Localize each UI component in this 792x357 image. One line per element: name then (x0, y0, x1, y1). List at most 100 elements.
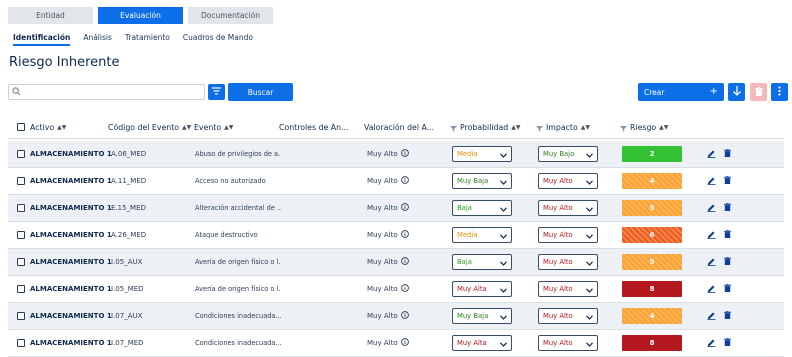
activo-cell[interactable]: ALMACENAMIENTO 1 (30, 330, 112, 356)
subtab-cuadros-de-mando[interactable]: Cuadros de Mando (183, 33, 253, 46)
search-input[interactable] (23, 86, 201, 98)
table-row[interactable]: ALMACENAMIENTO 1 A.11_MED Acceso no autori… (8, 168, 784, 195)
row-checkbox[interactable] (17, 195, 25, 221)
col-evento[interactable]: Evento ▲▼ (194, 123, 233, 132)
table-row[interactable]: ALMACENAMIENTO 1 I.05_MED Avería de origen… (8, 276, 784, 303)
codigo-cell: I.05_MED (111, 285, 144, 293)
col-valoracion[interactable]: Valoración del A... (364, 123, 434, 132)
info-icon[interactable] (400, 176, 409, 186)
impacto-select[interactable]: Muy Alto (538, 200, 598, 216)
info-icon[interactable] (400, 149, 409, 159)
delete-button[interactable] (724, 141, 731, 167)
delete-button[interactable] (724, 276, 731, 302)
edit-button[interactable] (707, 330, 716, 356)
row-checkbox[interactable] (17, 276, 25, 302)
row-checkbox[interactable] (17, 330, 25, 356)
activo-cell[interactable]: ALMACENAMIENTO 1 (30, 141, 112, 167)
edit-button[interactable] (707, 276, 716, 302)
edit-button[interactable] (707, 303, 716, 329)
delete-button[interactable] (724, 249, 731, 275)
edit-button[interactable] (707, 222, 716, 248)
impacto-select[interactable]: Muy Bajo (538, 146, 598, 162)
col-codigo[interactable]: Código del Evento ▲▼ (108, 123, 191, 132)
col-impacto[interactable]: Impacto ▲▼ (536, 123, 590, 132)
valoracion-value: Muy Alto (367, 339, 398, 347)
subtab-identificacion[interactable]: Identificación (13, 33, 71, 46)
row-checkbox[interactable] (17, 249, 25, 275)
edit-button[interactable] (707, 141, 716, 167)
select-all-checkbox[interactable] (17, 123, 25, 131)
checkbox-box (17, 231, 25, 239)
probabilidad-select[interactable]: Baja (452, 254, 512, 270)
probabilidad-value: Baja (457, 258, 472, 266)
edit-button[interactable] (707, 168, 716, 194)
probabilidad-select[interactable]: Media (452, 146, 512, 162)
activo-cell[interactable]: ALMACENAMIENTO 1 (30, 195, 112, 221)
delete-button[interactable] (724, 168, 731, 194)
codigo-cell: I.07_MED (111, 339, 144, 347)
subtab-tratamiento[interactable]: Tratamiento (125, 33, 170, 46)
arrow-down-icon (732, 86, 741, 98)
download-button[interactable] (728, 83, 745, 101)
table-row[interactable]: ALMACENAMIENTO 1 I.07_MED Condiciones inad… (8, 330, 784, 357)
probabilidad-cell: Muy Baja (452, 303, 512, 329)
activo-cell[interactable]: ALMACENAMIENTO 1 (30, 249, 112, 275)
probabilidad-select[interactable]: Muy Baja (452, 308, 512, 324)
delete-button[interactable] (724, 195, 731, 221)
row-checkbox[interactable] (17, 168, 25, 194)
info-icon[interactable] (400, 203, 409, 213)
table-row[interactable]: ALMACENAMIENTO 1 A.06_MED Abuso de privile… (8, 141, 784, 168)
delete-button[interactable] (724, 330, 731, 356)
buscar-button[interactable]: Buscar (228, 83, 293, 101)
info-icon[interactable] (400, 257, 409, 267)
impacto-select[interactable]: Muy Alto (538, 227, 598, 243)
probabilidad-select[interactable]: Muy Alta (452, 281, 512, 297)
pencil-icon (707, 257, 716, 268)
evento-cell: Abuso de privilegios de a... (195, 150, 281, 158)
info-icon[interactable] (400, 338, 409, 348)
activo-cell[interactable]: ALMACENAMIENTO 1 (30, 222, 112, 248)
table-row[interactable]: ALMACENAMIENTO 1 I.05_AUX Avería de origen… (8, 249, 784, 276)
impacto-select[interactable]: Muy Alto (538, 254, 598, 270)
row-checkbox[interactable] (17, 141, 25, 167)
delete-button[interactable] (724, 222, 731, 248)
filter-icon (536, 125, 543, 132)
delete-button[interactable] (724, 303, 731, 329)
probabilidad-select[interactable]: Muy Baja (452, 173, 512, 189)
valoracion-cell: Muy Alto (367, 330, 409, 356)
tab-documentacion[interactable]: Documentación (188, 7, 273, 24)
impacto-cell: Muy Alto (538, 168, 598, 194)
filter-button[interactable] (208, 84, 225, 100)
probabilidad-select[interactable]: Media (452, 227, 512, 243)
table-row[interactable]: ALMACENAMIENTO 1 I.07_AUX Condiciones inad… (8, 303, 784, 330)
activo-cell[interactable]: ALMACENAMIENTO 1 (30, 303, 112, 329)
row-checkbox[interactable] (17, 303, 25, 329)
col-controles[interactable]: Controles de An... (279, 123, 348, 132)
impacto-select[interactable]: Muy Alto (538, 308, 598, 324)
info-icon[interactable] (400, 230, 409, 240)
edit-button[interactable] (707, 195, 716, 221)
search-icon (12, 87, 21, 98)
delete-selected-button[interactable] (750, 83, 767, 101)
tab-entidad[interactable]: Entidad (8, 7, 93, 24)
row-checkbox[interactable] (17, 222, 25, 248)
table-row[interactable]: ALMACENAMIENTO 1 E.15_MED Alteración accid… (8, 195, 784, 222)
info-icon[interactable] (400, 311, 409, 321)
activo-cell[interactable]: ALMACENAMIENTO 1 (30, 168, 112, 194)
table-row[interactable]: ALMACENAMIENTO 1 A.26_MED Ataque destructi… (8, 222, 784, 249)
col-activo[interactable]: Activo ▲▼ (30, 123, 66, 132)
activo-cell[interactable]: ALMACENAMIENTO 1 (30, 276, 112, 302)
col-riesgo[interactable]: Riesgo ▲▼ (620, 123, 668, 132)
subtab-analisis[interactable]: Análisis (83, 33, 112, 46)
impacto-select[interactable]: Muy Alto (538, 281, 598, 297)
info-icon[interactable] (400, 284, 409, 294)
probabilidad-select[interactable]: Baja (452, 200, 512, 216)
more-options-button[interactable] (771, 83, 788, 101)
probabilidad-select[interactable]: Muy Alta (452, 335, 512, 351)
tab-evaluacion[interactable]: Evaluación (98, 7, 183, 24)
col-probabilidad[interactable]: Probabilidad ▲▼ (450, 123, 520, 132)
impacto-select[interactable]: Muy Alto (538, 173, 598, 189)
impacto-select[interactable]: Muy Alto (538, 335, 598, 351)
crear-button[interactable]: Crear + (638, 83, 724, 101)
edit-button[interactable] (707, 249, 716, 275)
